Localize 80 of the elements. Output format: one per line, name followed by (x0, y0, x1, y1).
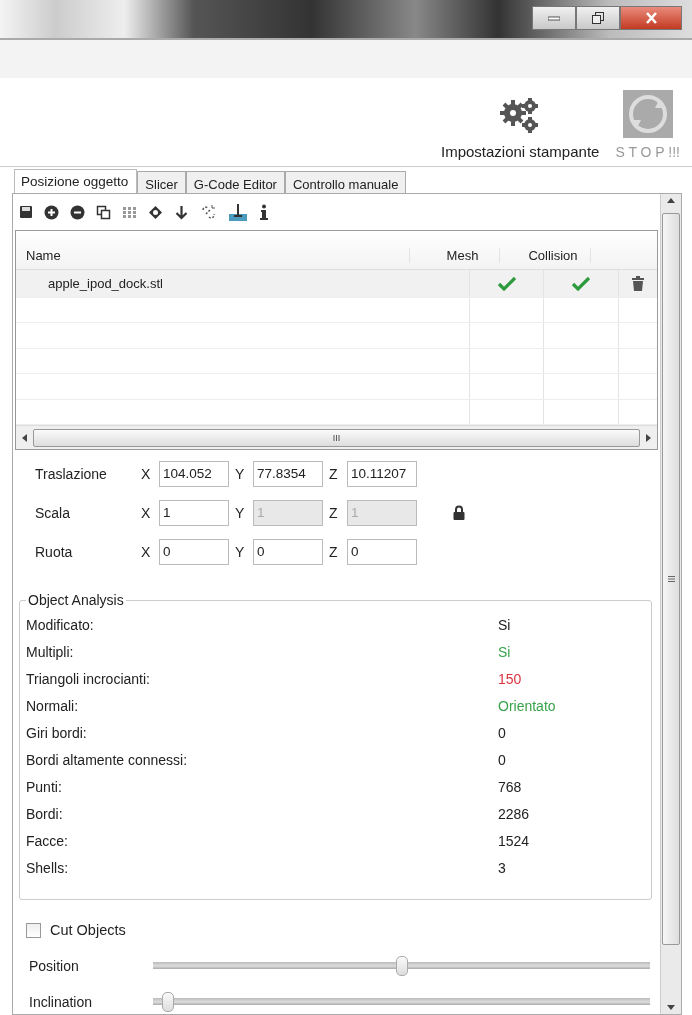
up-arrow-icon[interactable] (667, 198, 675, 203)
analysis-value: 0 (498, 724, 506, 741)
left-arrow-icon[interactable] (22, 433, 27, 442)
number-field[interactable]: 1 (159, 499, 229, 526)
analysis-value: Orientato (498, 697, 556, 714)
axis-label: Z (329, 543, 339, 560)
analysis-value: 3 (498, 859, 506, 876)
slider-label: Position (29, 958, 80, 974)
copy-icon[interactable] (96, 204, 111, 220)
scrollbar-thumb[interactable] (662, 213, 680, 945)
restore-icon (592, 12, 604, 24)
checkbox[interactable] (26, 922, 41, 938)
slider-thumb[interactable] (161, 992, 174, 1012)
analysis-value: Si (498, 616, 511, 633)
analysis-value: 0 (498, 751, 506, 768)
analysis-value: 2286 (498, 805, 530, 822)
analysis-label: Shells: (26, 859, 70, 876)
analysis-label: Normali: (26, 697, 80, 714)
minimize-button[interactable] (532, 6, 576, 30)
move-icon[interactable] (148, 204, 163, 220)
scrollbar-thumb[interactable]: III (33, 428, 640, 447)
tab[interactable]: Posizione oggetto (14, 169, 138, 193)
restore-button[interactable] (576, 6, 620, 30)
tab[interactable]: Slicer (137, 171, 186, 193)
plus-circle-icon[interactable] (44, 204, 59, 220)
minus-circle-icon[interactable] (70, 204, 85, 220)
slider-label: Inclination (29, 994, 94, 1010)
axis-label: Z (329, 504, 339, 521)
printer-settings-label[interactable]: Impostazioni stampante (441, 143, 600, 160)
number-field[interactable]: 0 (347, 538, 417, 565)
tab[interactable]: G-Code Editor (185, 171, 285, 193)
table-cell: apple_ipod_dock.stl (16, 270, 470, 297)
place-on-bed-icon[interactable] (228, 202, 248, 222)
column-header[interactable]: Collision (516, 248, 591, 264)
axis-label: Y (235, 465, 246, 482)
right-arrow-icon[interactable] (646, 433, 651, 442)
field-label: Traslazione (35, 465, 108, 482)
grip-icon (667, 576, 675, 582)
analysis-label: Modificato: (26, 616, 95, 633)
analysis-label: Punti: (26, 778, 63, 795)
number-field[interactable]: 104.052 (159, 460, 229, 487)
axis-label: Y (235, 543, 246, 560)
horizontal-scrollbar[interactable]: III (16, 425, 657, 450)
minimize-icon (548, 15, 560, 21)
analysis-value: Si (498, 643, 511, 660)
analysis-label: Giri bordi: (26, 724, 88, 741)
vertical-scrollbar[interactable] (660, 194, 681, 1014)
group-title: Object Analysis (26, 592, 126, 608)
slider-thumb[interactable] (395, 956, 408, 976)
analysis-value: 150 (498, 670, 522, 687)
analysis-value: 768 (498, 778, 522, 795)
axis-label: Y (235, 504, 246, 521)
analysis-value: 1524 (498, 832, 530, 849)
close-icon (644, 12, 658, 24)
close-button[interactable] (620, 6, 682, 30)
lock-icon[interactable] (453, 505, 465, 520)
field-label: Scala (35, 504, 72, 521)
tab[interactable]: Controllo manuale (284, 171, 407, 193)
analysis-label: Triangoli incrocianti: (26, 670, 151, 687)
info-icon[interactable] (259, 204, 269, 220)
column-header[interactable]: Name (16, 248, 410, 264)
number-field[interactable]: 77.8354 (253, 460, 323, 487)
axis-label: X (141, 465, 152, 482)
axis-label: Z (329, 465, 339, 482)
down-arrow-icon[interactable] (667, 1005, 675, 1010)
number-field[interactable]: 0 (253, 538, 323, 565)
analysis-label: Multipli: (26, 643, 75, 660)
axis-label: X (141, 504, 152, 521)
trash-icon[interactable] (632, 275, 644, 291)
down-arrow-icon[interactable] (174, 204, 189, 220)
analysis-label: Bordi altamente connessi: (26, 751, 189, 768)
checkbox-label[interactable]: Cut Objects (50, 922, 126, 938)
analysis-label: Bordi: (26, 805, 64, 822)
analysis-label: Facce: (26, 832, 69, 849)
axis-label: X (141, 543, 152, 560)
field-label: Ruota (35, 543, 74, 560)
column-header[interactable]: Mesh (426, 248, 500, 264)
number-field[interactable]: 10.11207 (347, 460, 417, 487)
number-field[interactable]: 0 (159, 538, 229, 565)
grid-icon[interactable] (122, 204, 137, 220)
